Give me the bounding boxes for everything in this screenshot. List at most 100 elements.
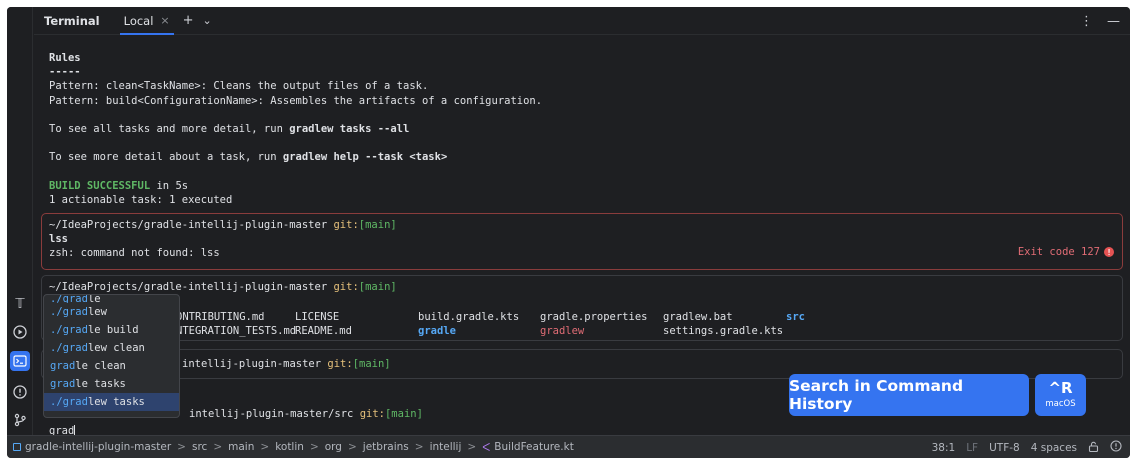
notifications-icon[interactable]	[1110, 440, 1122, 455]
completion-item-selected[interactable]: ./gradlew tasks	[44, 393, 179, 411]
completion-match: grad	[50, 360, 76, 372]
breadcrumb-item[interactable]: kotlin	[275, 441, 304, 453]
actionable-line: 1 actionable task: 1 executed	[49, 193, 233, 206]
prompt-line: ~/IdeaProjects/gradle-intellij-plugin-ma…	[49, 218, 397, 232]
breadcrumb: gradle-intellij-plugin-master > src > ma…	[13, 441, 574, 454]
breadcrumb-separator: >	[213, 441, 223, 453]
breadcrumb-separator: >	[347, 441, 357, 453]
completion-item[interactable]: gradle clean	[44, 357, 179, 375]
shortcut-key: ^R	[1048, 379, 1073, 397]
breadcrumb-separator: >	[260, 441, 270, 453]
prompt-path: ~/IdeaProjects/gradle-intellij-plugin-ma…	[49, 219, 334, 231]
ls-entry: gradlew.bat	[663, 311, 733, 323]
close-icon[interactable]: ×	[160, 14, 169, 27]
ls-entry: NTEGRATION_TESTS.md	[176, 325, 297, 337]
error-icon: !	[1104, 247, 1114, 257]
tab-local-label: Local	[123, 13, 154, 28]
lock-icon[interactable]	[1088, 441, 1099, 455]
git-branch: [main]	[358, 281, 397, 293]
breadcrumb-separator: >	[309, 441, 319, 453]
completion-item[interactable]: ./gradlew	[44, 303, 179, 321]
git-label: git:	[327, 358, 353, 370]
ls-entry: gradle.properties	[540, 311, 648, 323]
history-shortcut-badge: ^R macOS	[1035, 374, 1086, 416]
tool-window-title: Terminal	[44, 13, 100, 28]
terminal-window: 𝕋 Terminal Local × + ⌄ ⋮ — Rules ----- P…	[7, 7, 1130, 458]
build-time: in 5s	[150, 179, 189, 192]
ls-entry: settings.gradle.kts	[663, 325, 784, 337]
help-task-line: To see more detail about a task, run gra…	[49, 150, 542, 164]
kotlin-file-icon: ᐸ	[482, 440, 491, 454]
git-icon[interactable]	[10, 410, 30, 430]
help-task-text: To see more detail about a task, run	[49, 151, 283, 164]
problems-icon-svg	[13, 385, 27, 399]
bookmarks-icon[interactable]: 𝕋	[10, 294, 30, 314]
completion-item[interactable]: ./gradle build	[44, 321, 179, 339]
breadcrumb-item[interactable]: BuildFeature.kt	[494, 441, 574, 453]
breadcrumb-separator: >	[177, 441, 186, 453]
git-label: git:	[333, 281, 359, 293]
search-command-history-button[interactable]: Search in Command History	[789, 374, 1029, 416]
completion-item[interactable]: ./gradlew clean	[44, 339, 179, 357]
all-tasks-line: To see all tasks and more detail, run gr…	[49, 122, 542, 136]
chevron-down-icon[interactable]: ⌄	[203, 14, 212, 27]
all-tasks-text: To see all tasks and more detail, run	[49, 122, 290, 135]
ls-entry: ONTRIBUTING.md	[176, 311, 265, 323]
completion-match: grad	[50, 378, 76, 390]
breadcrumb-separator: >	[414, 441, 424, 453]
breadcrumb-item[interactable]: main	[228, 441, 254, 453]
completion-match: ./grad	[50, 306, 88, 318]
breadcrumb-item[interactable]: gradle-intellij-plugin-master	[25, 441, 171, 453]
terminal-icon-svg	[13, 355, 27, 367]
minimize-icon[interactable]: —	[1107, 14, 1120, 29]
exit-code-label: Exit code 127	[1017, 246, 1100, 258]
ls-entry-dir: src	[786, 311, 805, 323]
notifications-icon-svg	[1110, 440, 1122, 452]
terminal-tool-icon[interactable]	[10, 351, 30, 371]
ls-entry: LICENSE	[295, 311, 340, 323]
add-tab-icon[interactable]: +	[183, 13, 194, 28]
tab-local[interactable]: Local ×	[119, 7, 174, 35]
completion-rest: le build	[87, 324, 139, 336]
command-block-error[interactable]: ~/IdeaProjects/gradle-intellij-plugin-ma…	[41, 213, 1123, 270]
completion-match: ./grad	[50, 396, 88, 408]
command-text: lss	[49, 233, 68, 246]
module-icon	[13, 443, 21, 451]
git-branch: [main]	[352, 358, 391, 370]
git-label: git:	[333, 219, 359, 231]
git-branch: [main]	[358, 219, 397, 231]
all-tasks-command: gradlew tasks --all	[289, 122, 410, 135]
file-encoding[interactable]: UTF-8	[989, 442, 1020, 454]
completion-item[interactable]: ./gradle	[44, 295, 179, 303]
breadcrumb-item[interactable]: intellij	[430, 441, 462, 453]
rules-heading: Rules	[49, 52, 81, 64]
exit-code-badge: Exit code 127 !	[1018, 246, 1114, 258]
prompt-path: intellij-plugin-master	[182, 358, 328, 370]
completion-match: ./grad	[50, 324, 88, 336]
indent-setting[interactable]: 4 spaces	[1031, 442, 1077, 454]
breadcrumb-item[interactable]: jetbrains	[363, 441, 409, 453]
build-status: BUILD SUCCESSFUL	[49, 179, 151, 192]
completion-item[interactable]: gradle tasks	[44, 375, 179, 393]
rule-build-line: Pattern: build<ConfigurationName>: Assem…	[49, 94, 543, 107]
completion-popup[interactable]: ./gradle ./gradlew ./gradle build ./grad…	[43, 294, 180, 418]
prompt-line: ~/IdeaProjects/gradle-intellij-plugin-ma…	[49, 280, 397, 294]
line-separator[interactable]: LF	[966, 442, 978, 454]
ls-entry: README.md	[295, 325, 352, 337]
ls-entry-exec: gradlew	[540, 325, 585, 337]
completion-rest: lew tasks	[87, 396, 145, 408]
rules-divider: -----	[49, 66, 81, 79]
caret-position[interactable]: 38:1	[932, 442, 956, 454]
ls-entry-dir: gradle	[418, 325, 456, 337]
problems-icon[interactable]	[10, 382, 30, 402]
ls-entry: build.gradle.kts	[418, 311, 520, 323]
more-options-icon[interactable]: ⋮	[1080, 14, 1093, 29]
run-icon[interactable]	[10, 322, 30, 342]
breadcrumb-item[interactable]: src	[192, 441, 207, 453]
breadcrumb-item[interactable]: org	[325, 441, 342, 453]
build-result-line: BUILD SUCCESSFUL in 5s	[49, 179, 542, 193]
completion-match: ./grad	[50, 295, 88, 303]
command-block-ls[interactable]: ~/IdeaProjects/gradle-intellij-plugin-ma…	[41, 275, 1123, 341]
